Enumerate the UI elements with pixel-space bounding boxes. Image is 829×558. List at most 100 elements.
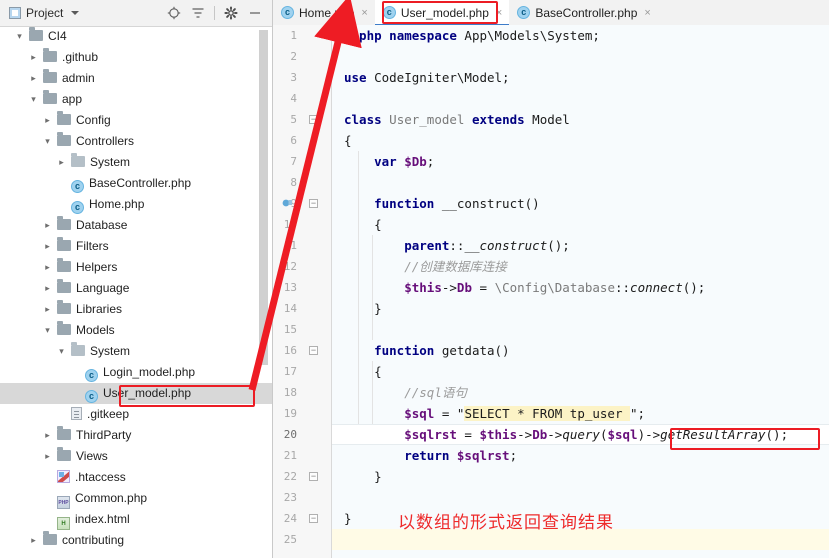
project-tree[interactable]: ▾ CI4 ▸ .github ▸ admin ▾ app ▸ Config ▾ Controller…: [0, 26, 272, 558]
tree-item-libraries[interactable]: ▸ Libraries: [0, 299, 272, 320]
chevron-right-icon[interactable]: ▸: [28, 530, 39, 551]
code-line[interactable]: //创建数据库连接: [332, 256, 829, 277]
chevron-down-icon[interactable]: [71, 11, 80, 15]
chevron-down-icon[interactable]: ▾: [28, 89, 39, 110]
tree-item-index-html[interactable]: Hindex.html: [0, 509, 272, 530]
chevron-right-icon[interactable]: ▸: [28, 47, 39, 68]
editor-tab-home-php[interactable]: c Home.php ×: [273, 0, 375, 25]
code-line[interactable]: return $sqlrst;: [332, 445, 829, 466]
chevron-right-icon[interactable]: ▸: [42, 425, 53, 446]
collapse-all-icon[interactable]: [187, 2, 209, 24]
tree-item-app[interactable]: ▾ app: [0, 89, 272, 110]
project-tree-scrollbar[interactable]: [259, 30, 268, 365]
chevron-right-icon[interactable]: ▸: [42, 257, 53, 278]
tree-item-label: index.html: [75, 512, 130, 526]
tree-item-label: Views: [76, 449, 108, 463]
method-override-gutter-icon[interactable]: [281, 197, 293, 209]
code-line[interactable]: [332, 529, 829, 550]
tree-item-helpers[interactable]: ▸ Helpers: [0, 257, 272, 278]
tree-item-thirdparty[interactable]: ▸ ThirdParty: [0, 425, 272, 446]
tree-item-github[interactable]: ▸ .github: [0, 47, 272, 68]
fold-toggle-icon[interactable]: −: [307, 109, 320, 130]
folder-icon: [57, 216, 71, 230]
code-line[interactable]: }: [332, 466, 829, 487]
code-line[interactable]: var $Db;: [332, 151, 829, 172]
chevron-down-icon[interactable]: ▾: [14, 26, 25, 47]
tree-item-controllers[interactable]: ▾ Controllers: [0, 131, 272, 152]
line-number: 22: [283, 470, 297, 483]
tree-item-user-model-php[interactable]: c User_model.php: [0, 383, 272, 404]
chevron-right-icon[interactable]: ▸: [28, 68, 39, 89]
chevron-right-icon[interactable]: ▸: [42, 299, 53, 320]
code-line[interactable]: $sqlrst = $this->Db->query($sql)->getRes…: [332, 424, 829, 445]
chevron-right-icon[interactable]: ▸: [42, 446, 53, 467]
tree-item-label: User_model.php: [103, 386, 192, 400]
tree-item-admin[interactable]: ▸ admin: [0, 68, 272, 89]
tree-item-label: .github: [62, 50, 99, 64]
chevron-down-icon[interactable]: ▾: [56, 341, 67, 362]
tree-item-config[interactable]: ▸ Config: [0, 110, 272, 131]
code-line[interactable]: use CodeIgniter\Model;: [332, 67, 829, 88]
tree-item-language[interactable]: ▸ Language: [0, 278, 272, 299]
code-line[interactable]: [332, 46, 829, 67]
locate-icon[interactable]: [163, 2, 185, 24]
chevron-right-icon[interactable]: ▸: [42, 278, 53, 299]
code-line[interactable]: $sql = "SELECT * FROM tp_user ";: [332, 403, 829, 424]
code-line[interactable]: }: [332, 298, 829, 319]
chevron-right-icon[interactable]: ▸: [42, 110, 53, 131]
code-line[interactable]: {: [332, 130, 829, 151]
close-icon[interactable]: ×: [644, 7, 650, 19]
editor-gutter[interactable]: 1 2 3 4 5 6 7 8 9 10 11 12 13 14 15 16 17 18 19 20 21 22 23 24 2…: [273, 25, 332, 558]
tree-item-common-php[interactable]: PHP Common.php: [0, 488, 272, 509]
code-line[interactable]: class User_model extends Model: [332, 109, 829, 130]
folder-icon: [43, 90, 57, 104]
editor-tab-user-model-php[interactable]: c User_model.php ×: [374, 0, 510, 26]
code-line[interactable]: //sql语句: [332, 382, 829, 403]
chevron-down-icon[interactable]: ▾: [42, 131, 53, 152]
close-icon[interactable]: ×: [496, 7, 502, 19]
close-icon[interactable]: ×: [361, 7, 367, 19]
fold-toggle-icon[interactable]: −: [307, 508, 320, 529]
code-line[interactable]: {: [332, 361, 829, 382]
code-line[interactable]: [332, 319, 829, 340]
fold-toggle-icon[interactable]: −: [307, 340, 320, 361]
code-line[interactable]: <?php namespace App\Models\System;: [332, 25, 829, 46]
code-line[interactable]: }: [332, 508, 829, 529]
chevron-down-icon[interactable]: ▾: [42, 320, 53, 341]
fold-toggle-icon[interactable]: −: [307, 466, 320, 487]
hide-panel-icon[interactable]: [244, 2, 266, 24]
chevron-right-icon[interactable]: ▸: [56, 152, 67, 173]
tree-item-home-php[interactable]: c Home.php: [0, 194, 272, 215]
tree-item-gitkeep[interactable]: .gitkeep: [0, 404, 272, 425]
code-line[interactable]: [332, 172, 829, 193]
code-content[interactable]: <?php namespace App\Models\System; use Co…: [332, 25, 829, 558]
code-line[interactable]: {: [332, 214, 829, 235]
chevron-right-icon[interactable]: ▸: [42, 215, 53, 236]
tree-item-basecontroller-php[interactable]: c BaseController.php: [0, 173, 272, 194]
tree-item-ci4[interactable]: ▾ CI4: [0, 26, 272, 47]
tree-item-models[interactable]: ▾ Models: [0, 320, 272, 341]
tree-item-filters[interactable]: ▸ Filters: [0, 236, 272, 257]
code-line[interactable]: function __construct(): [332, 193, 829, 214]
chevron-right-icon[interactable]: ▸: [42, 236, 53, 257]
tree-item-views[interactable]: ▸ Views: [0, 446, 272, 467]
tree-item-contributing[interactable]: ▸ contributing: [0, 530, 272, 551]
tree-item-login-model-php[interactable]: c Login_model.php: [0, 362, 272, 383]
code-line[interactable]: function getdata(): [332, 340, 829, 361]
tree-item-system[interactable]: ▾ System: [0, 341, 272, 362]
gear-icon[interactable]: [220, 2, 242, 24]
code-line[interactable]: [332, 487, 829, 508]
code-line[interactable]: parent::__construct();: [332, 235, 829, 256]
tree-item-database[interactable]: ▸ Database: [0, 215, 272, 236]
fold-toggle-icon[interactable]: −: [307, 193, 320, 214]
tree-item-system[interactable]: ▸ System: [0, 152, 272, 173]
tree-item-htaccess[interactable]: .htaccess: [0, 467, 272, 488]
editor-tab-basecontroller-php[interactable]: c BaseController.php ×: [509, 0, 658, 25]
folder-icon: [57, 132, 71, 146]
tree-item-label: Libraries: [76, 302, 123, 316]
code-line[interactable]: $this->Db = \Config\Database::connect();: [332, 277, 829, 298]
project-title-button[interactable]: Project: [0, 6, 80, 20]
code-line[interactable]: [332, 88, 829, 109]
